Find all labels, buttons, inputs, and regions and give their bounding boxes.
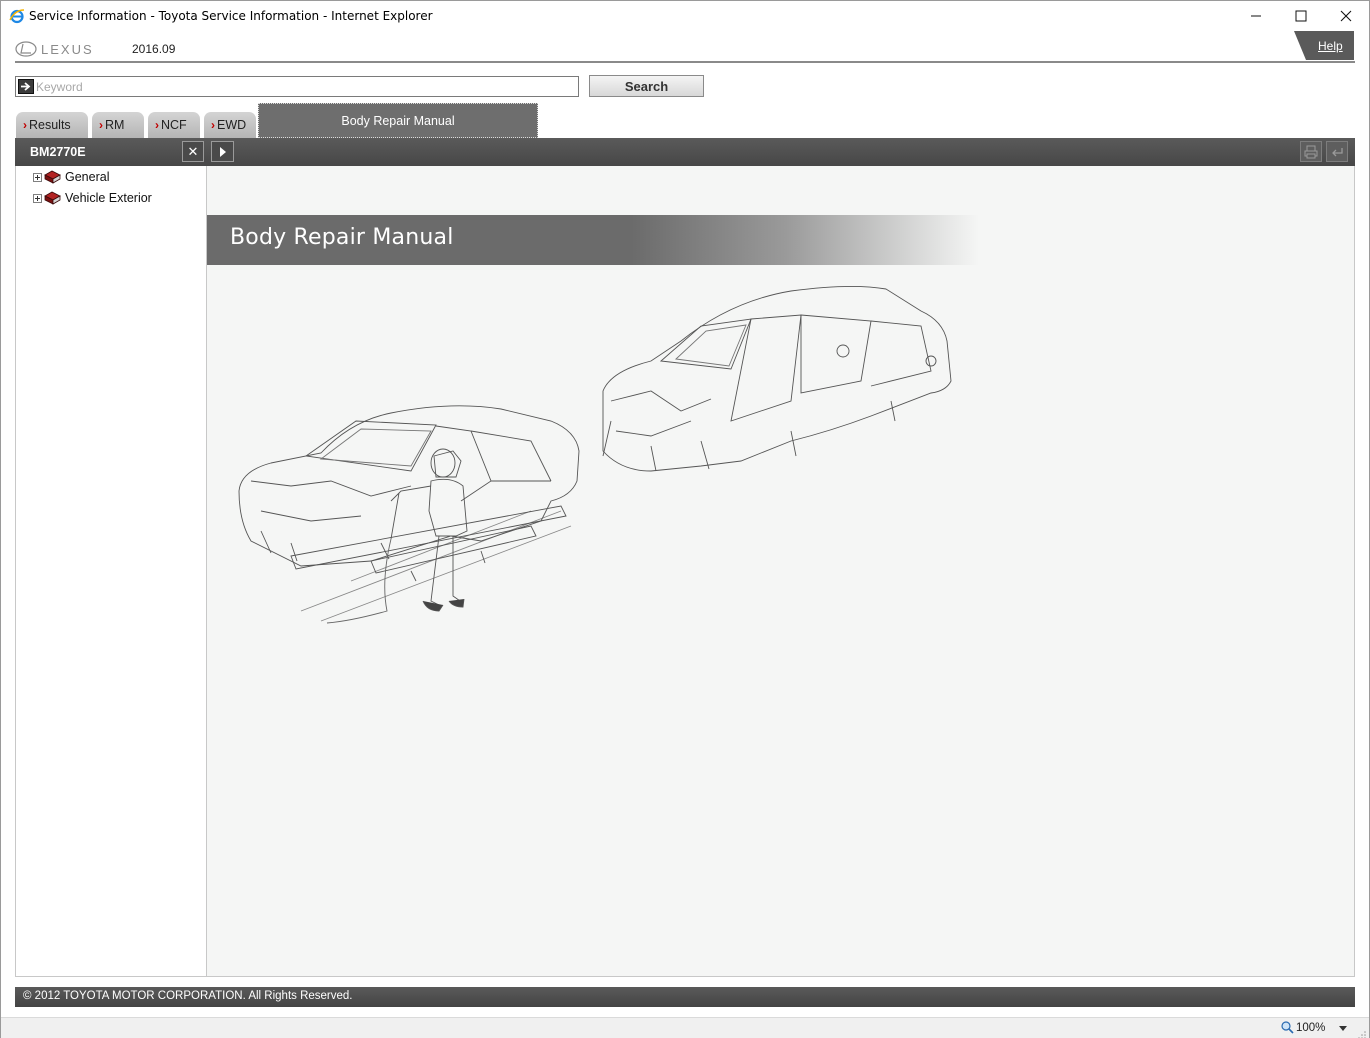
zoom-icon[interactable] bbox=[1281, 1021, 1294, 1038]
tab-rm[interactable]: › RM bbox=[92, 112, 144, 138]
page-title: Body Repair Manual bbox=[230, 225, 454, 250]
navigation-tree-pane bbox=[15, 166, 207, 977]
tab-label: EWD bbox=[217, 118, 247, 132]
help-link[interactable]: Help bbox=[1318, 39, 1343, 53]
tab-ncf[interactable]: › NCF bbox=[148, 112, 200, 138]
chevron-right-icon: › bbox=[155, 118, 159, 132]
tree-item-label: Vehicle Exterior bbox=[65, 191, 152, 205]
version-label: 2016.09 bbox=[132, 42, 176, 56]
tab-body-repair-manual[interactable]: Body Repair Manual bbox=[258, 103, 538, 138]
close-pane-button[interactable]: ✕ bbox=[182, 141, 204, 162]
print-button[interactable] bbox=[1300, 141, 1322, 162]
chevron-right-icon: › bbox=[99, 118, 103, 132]
maximize-button[interactable] bbox=[1278, 1, 1324, 31]
tree-item-label: General bbox=[65, 170, 110, 184]
minimize-button[interactable] bbox=[1233, 1, 1279, 31]
search-button[interactable]: Search bbox=[589, 75, 704, 97]
back-button[interactable] bbox=[1326, 141, 1348, 162]
status-bar bbox=[1, 1017, 1369, 1038]
book-icon bbox=[44, 170, 61, 184]
search-box bbox=[15, 76, 579, 97]
tab-label: NCF bbox=[161, 118, 187, 132]
chevron-right-icon: › bbox=[23, 118, 27, 132]
close-window-button[interactable] bbox=[1323, 1, 1369, 31]
search-input[interactable] bbox=[36, 78, 576, 95]
maximize-icon bbox=[1295, 10, 1307, 22]
tab-ewd[interactable]: › EWD bbox=[204, 112, 256, 138]
window-title: Service Information - Toyota Service Inf… bbox=[29, 9, 433, 23]
document-code: BM2770E bbox=[30, 145, 86, 159]
tab-label: RM bbox=[105, 118, 125, 132]
title-bar: Service Information - Toyota Service Inf… bbox=[1, 1, 1369, 32]
tab-label: Results bbox=[29, 118, 71, 132]
internet-explorer-icon bbox=[9, 8, 25, 24]
chevron-down-icon[interactable] bbox=[1339, 1026, 1347, 1031]
minimize-icon bbox=[1251, 15, 1261, 17]
zoom-level[interactable]: 100% bbox=[1296, 1022, 1325, 1034]
copyright-text: © 2012 TOYOTA MOTOR CORPORATION. All Rig… bbox=[23, 990, 353, 1002]
tree-item-general[interactable]: General bbox=[33, 169, 109, 185]
expand-plus-icon[interactable] bbox=[33, 172, 42, 182]
book-icon bbox=[44, 191, 61, 205]
header-divider bbox=[15, 61, 1355, 63]
arrow-right-icon bbox=[18, 79, 34, 94]
svg-text:LEXUS: LEXUS bbox=[41, 42, 94, 57]
return-arrow-icon bbox=[1332, 147, 1343, 156]
print-icon bbox=[1304, 145, 1318, 158]
chevron-right-icon: › bbox=[211, 118, 215, 132]
body-repair-illustration bbox=[231, 281, 961, 636]
tab-results[interactable]: › Results bbox=[16, 112, 88, 138]
expand-plus-icon[interactable] bbox=[33, 193, 42, 203]
expand-pane-button[interactable] bbox=[211, 141, 234, 162]
tree-item-vehicle-exterior[interactable]: Vehicle Exterior bbox=[33, 190, 152, 206]
close-icon bbox=[1340, 10, 1352, 22]
resize-grip-icon[interactable] bbox=[1357, 1027, 1367, 1038]
play-icon bbox=[219, 146, 226, 157]
browser-window: Service Information - Toyota Service Inf… bbox=[0, 0, 1370, 1038]
lexus-logo: LEXUS bbox=[15, 41, 103, 62]
